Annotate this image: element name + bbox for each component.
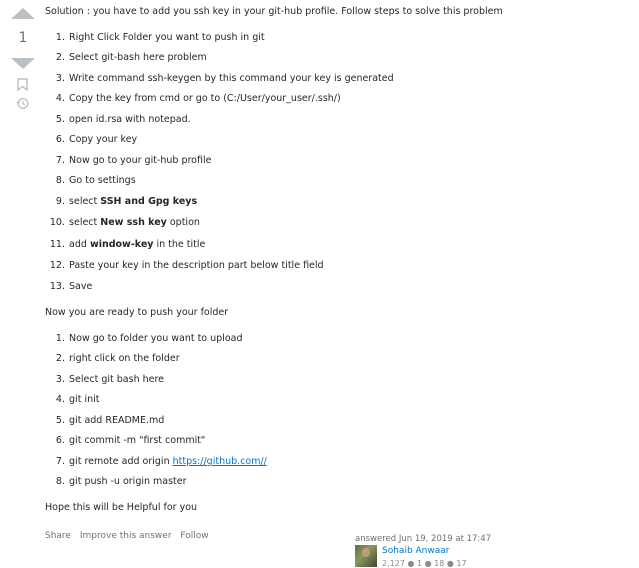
list-item: 1. Right Click Folder you want to push i… [55,32,265,43]
bookmark-icon[interactable] [17,78,28,91]
list-item: 12. Paste your key in the description pa… [49,260,324,271]
outro-paragraph: Hope this will be Helpful for you [45,502,198,513]
follow-link[interactable]: Follow [180,531,208,541]
improve-answer-link[interactable]: Improve this answer [80,531,172,541]
list-item: 4. git init [55,394,100,405]
vote-count: 1 [18,30,28,46]
user-reputation: 2,127 ● 1 ● 18 ● 17 [382,559,467,568]
avatar[interactable] [355,545,377,567]
list-item: 6. Copy your key [55,134,138,145]
post-menu: Share Improve this answer Follow [45,531,215,541]
downvote-arrow-icon[interactable] [11,58,35,69]
list-item: 9. select SSH and Gpg keys [55,196,198,207]
list-item: 2. Select git-bash here problem [55,52,207,63]
user-name-link[interactable]: Sohaib Anwaar [382,546,449,556]
middle-paragraph: Now you are ready to push your folder [45,307,229,318]
list-item: 8. git push -u origin master [55,476,187,487]
list-item: 5. open id.rsa with notepad. [55,114,191,125]
list-item: 3. Write command ssh-keygen by this comm… [55,73,394,84]
github-link[interactable]: https://github.com// [173,456,267,467]
list-item: 7. git remote add origin https://github.… [55,456,267,467]
list-item: 8. Go to settings [55,175,136,186]
list-item: 1. Now go to folder you want to upload [55,333,243,344]
list-item: 3. Select git bash here [55,374,165,385]
answered-timestamp: answered Jun 19, 2019 at 17:47 [355,534,492,544]
list-item: 7. Now go to your git-hub profile [55,155,212,166]
intro-paragraph: Solution : you have to add you ssh key i… [45,6,503,17]
list-item: 13. Save [49,281,93,292]
list-item: 6. git commit -m "first commit" [55,435,206,446]
list-item: 10. select New ssh key option [49,217,200,228]
list-item: 5. git add README.md [55,415,165,426]
list-item: 4. Copy the key from cmd or go to (C:/Us… [55,93,341,104]
history-icon[interactable] [16,97,29,110]
list-item: 2. right click on the folder [55,353,180,364]
share-link[interactable]: Share [45,531,71,541]
list-item: 11. add window-key in the title [49,239,206,250]
upvote-arrow-icon[interactable] [11,8,35,19]
